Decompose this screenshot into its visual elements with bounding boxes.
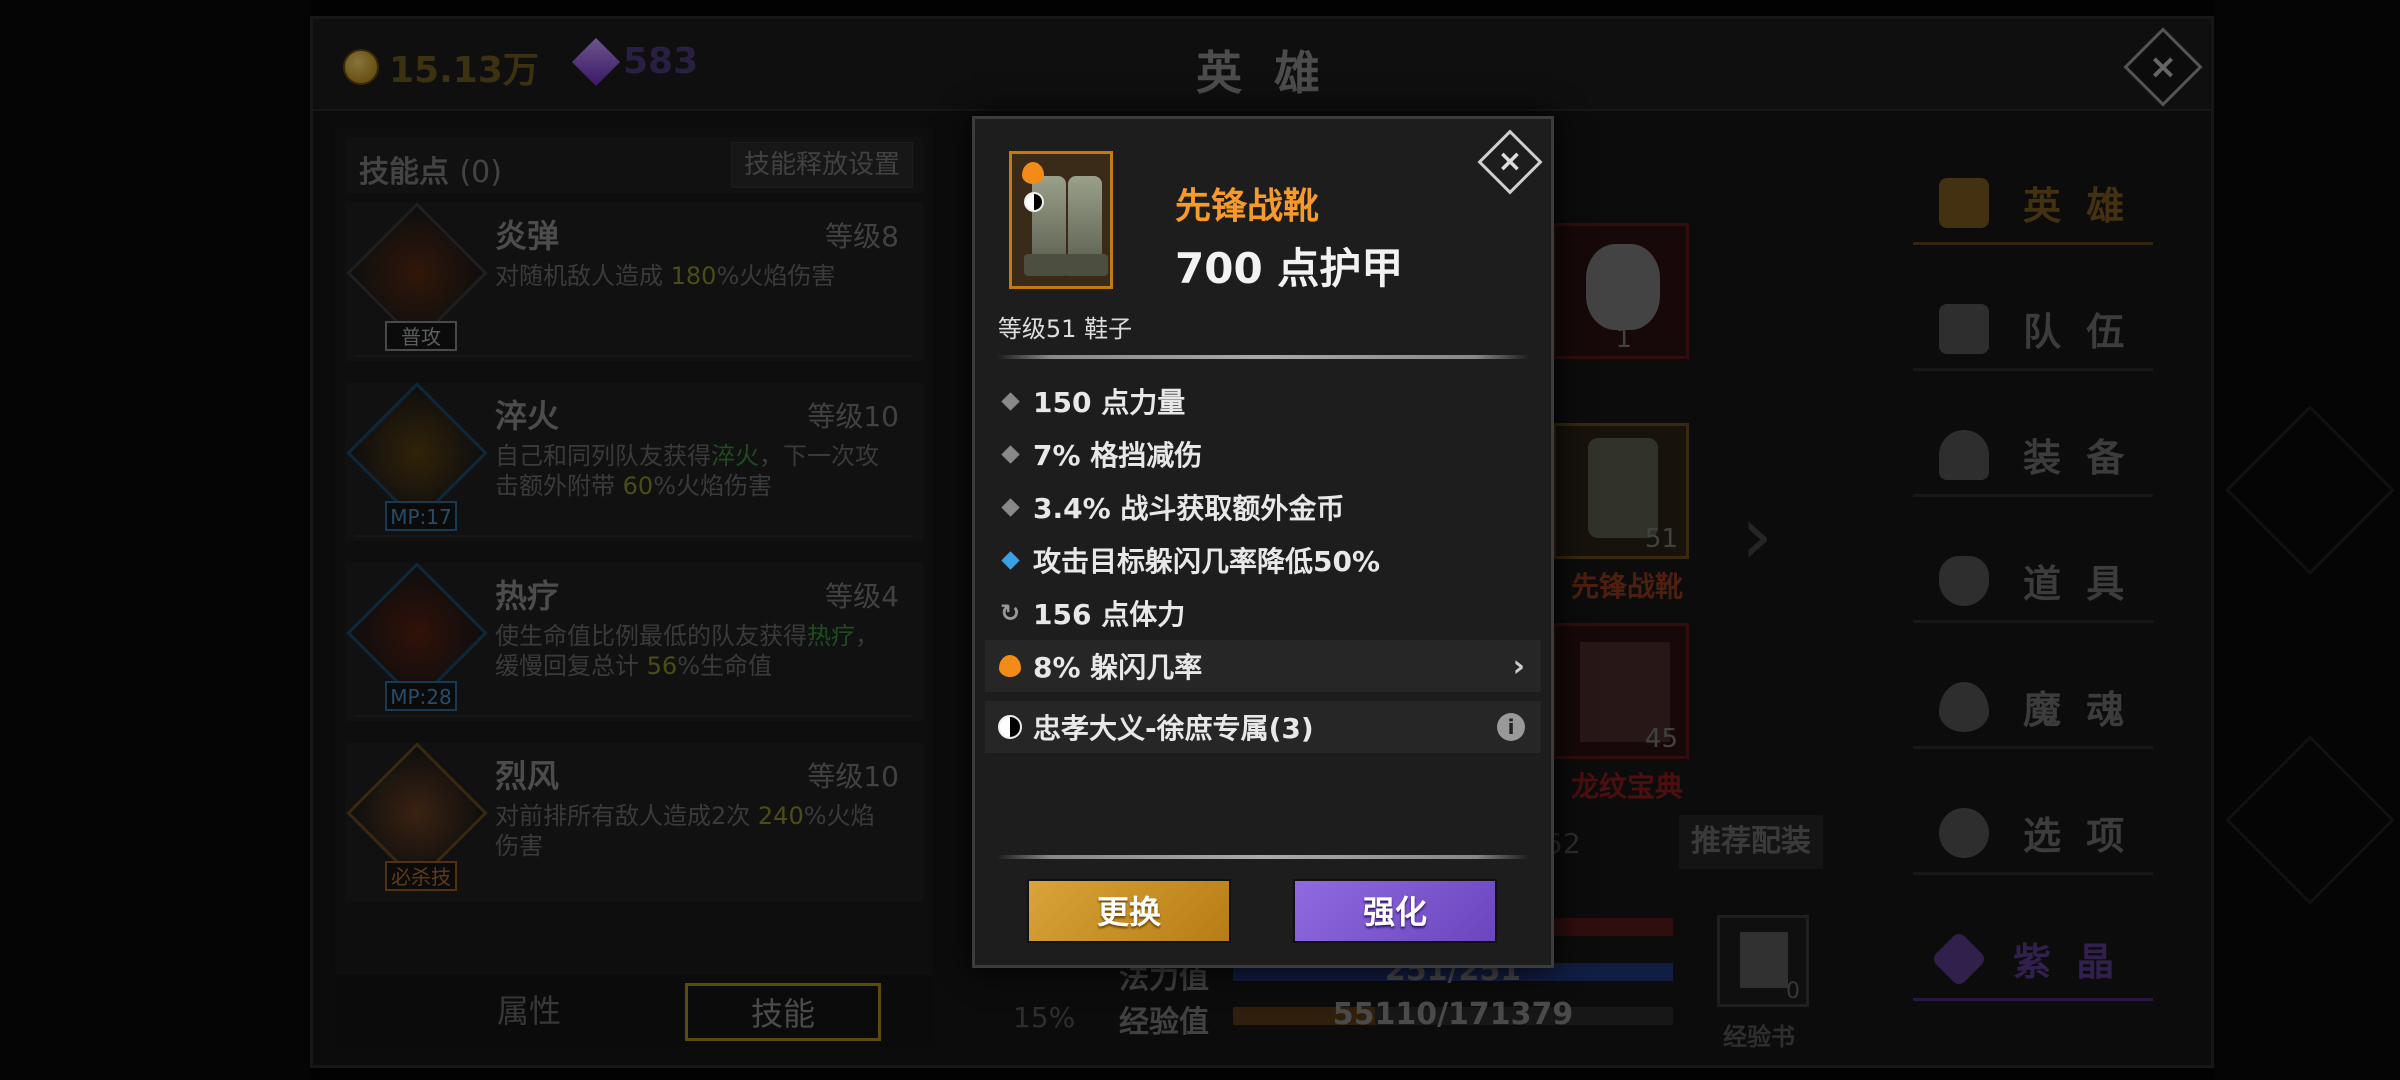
- info-icon[interactable]: i: [1497, 713, 1525, 741]
- attribute-row-gem[interactable]: 8% 躲闪几率 ›: [985, 640, 1541, 692]
- divider: [997, 355, 1529, 359]
- item-level-type: 等级51 鞋子: [997, 315, 1133, 343]
- attribute-row: 3.4% 战斗获取额外金币: [985, 481, 1541, 533]
- close-icon: ×: [1497, 144, 1523, 179]
- item-name: 先锋战靴: [1175, 186, 1320, 227]
- divider: [997, 855, 1529, 859]
- chevron-right-icon: ›: [1512, 648, 1525, 684]
- yinyang-icon: [1024, 192, 1044, 212]
- item-armor: 700 点护甲: [1175, 244, 1404, 293]
- attribute-row: 攻击目标躲闪几率降低50%: [985, 534, 1541, 586]
- diamond-bullet-icon: [1000, 391, 1020, 411]
- game-screen: 15.13万 583 英 雄 × 技能点 (0) 技能释放设置 普攻 炎弹 等级…: [0, 0, 2400, 1080]
- diamond-bullet-icon: [1000, 497, 1020, 517]
- yinyang-icon: [998, 715, 1022, 739]
- flame-icon: [1022, 162, 1044, 184]
- attribute-row: 7% 格挡减伤: [985, 428, 1541, 480]
- attribute-row-set[interactable]: 忠孝大义-徐庶专属(3) i: [985, 701, 1541, 753]
- boot-sole: [1064, 254, 1108, 276]
- modal-close-button[interactable]: ×: [1477, 129, 1543, 195]
- attribute-row: 150 点力量: [985, 375, 1541, 427]
- refresh-icon: ↻: [999, 599, 1021, 627]
- flame-icon: [999, 655, 1021, 677]
- attribute-row: ↻ 156 点体力: [999, 598, 1186, 631]
- enhance-button[interactable]: 强化: [1293, 879, 1497, 943]
- item-detail-modal: × 先锋战靴 700 点护甲 等级51 鞋子 150 点力量 7% 格挡减伤 3…: [972, 116, 1554, 968]
- boot-sole: [1024, 254, 1068, 276]
- replace-button[interactable]: 更换: [1027, 879, 1231, 943]
- diamond-bullet-icon: [1000, 444, 1020, 464]
- blue-diamond-bullet-icon: [1000, 550, 1020, 570]
- item-icon: [1009, 151, 1113, 289]
